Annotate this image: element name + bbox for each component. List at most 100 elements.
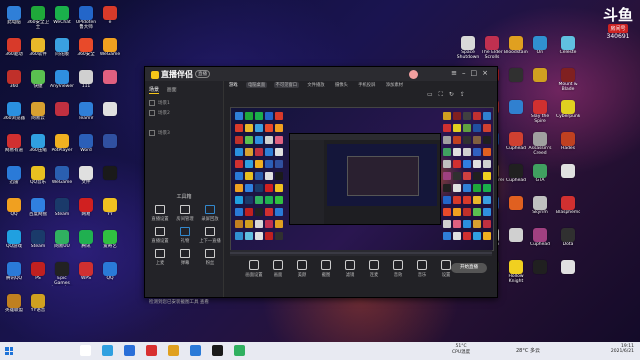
desktop-icon[interactable]: 英雄联盟 (2, 294, 26, 318)
desktop-icon[interactable] (504, 68, 528, 92)
taskbar-app-icon[interactable] (124, 345, 135, 356)
source-phone-button[interactable]: 手机投屏 (356, 82, 377, 88)
desktop-icon[interactable] (556, 260, 580, 284)
taskbar-app-icon[interactable] (168, 345, 179, 356)
desktop-icon[interactable] (556, 164, 580, 188)
source-camera-button[interactable]: 摄像头 (333, 82, 350, 88)
desktop-icon[interactable]: QQ (2, 198, 26, 222)
desktop-icon[interactable]: UPIdoten 鲁大师 (74, 6, 98, 30)
desktop-icon[interactable]: QQ游戏 (2, 230, 26, 254)
tool-settings[interactable]: 直播设置 (148, 227, 172, 244)
taskbar-app-icon[interactable] (102, 345, 113, 356)
bottom-tool-button[interactable]: 连麦 (362, 260, 386, 278)
desktop-icon[interactable]: WeGame (98, 38, 122, 62)
bottom-tool-button[interactable]: 美颜 (290, 260, 314, 278)
taskbar-app-icon[interactable] (146, 345, 157, 356)
taskbar-app-icon[interactable] (212, 345, 223, 356)
share-icon[interactable]: ⇪ (460, 91, 471, 98)
bottom-tool-button[interactable]: 画面设置 (242, 260, 266, 278)
fullscreen-icon[interactable]: ⛶ (439, 91, 449, 98)
maximize-icon[interactable]: □ (471, 69, 483, 77)
tool-fan[interactable]: 粉丝 (198, 249, 222, 266)
desktop-icon[interactable]: PotPlayer (50, 134, 74, 158)
desktop-icon[interactable]: e (98, 6, 122, 30)
desktop-icon[interactable]: 快捷 (26, 70, 50, 94)
desktop-icon[interactable]: 腾讯QQ (2, 262, 26, 286)
install-notice[interactable]: 检测到您已安装截图工具 查看 (149, 299, 389, 305)
desktop-icon[interactable]: Ori (528, 36, 552, 60)
desktop-icon[interactable]: The Elder Scrolls (480, 36, 504, 60)
desktop-icon[interactable]: WeGame (50, 166, 74, 190)
desktop-icon[interactable]: Hades (556, 132, 580, 156)
weather-widget[interactable]: 28°C 多云 (516, 347, 540, 354)
desktop-icon[interactable]: 迅雷 (2, 166, 26, 190)
desktop-icon[interactable]: WPS (74, 262, 98, 286)
source-window-button[interactable]: 不可见窗口 (273, 82, 300, 88)
tool-switch[interactable]: 上下一直播 (198, 227, 222, 244)
desktop-icon[interactable]: Steam (50, 198, 74, 222)
desktop-icon[interactable] (504, 100, 528, 124)
desktop-icon[interactable]: 360安全 (74, 38, 98, 62)
source-game-button[interactable]: 游戏 (227, 82, 240, 88)
scene-item[interactable]: 场景1 (149, 99, 219, 109)
desktop-icon[interactable]: 此电脑 (2, 6, 26, 30)
desktop-icon[interactable]: 360软件 (26, 38, 50, 62)
desktop-icon[interactable]: AnyViewer (50, 70, 74, 94)
desktop-icon[interactable]: 360压缩 (26, 134, 50, 158)
desktop-icon[interactable]: 网易云 (26, 102, 50, 126)
refresh-icon[interactable]: ↻ (449, 91, 460, 98)
desktop-icon[interactable]: 网易有道 (2, 134, 26, 158)
desktop-icon[interactable] (528, 68, 552, 92)
desktop-icon[interactable] (98, 134, 122, 158)
avatar[interactable] (409, 70, 418, 79)
desktop-icon[interactable]: 111 (74, 70, 98, 94)
desktop-icon[interactable] (504, 228, 528, 252)
source-desktop-button[interactable]: 电脑桌面 (245, 82, 268, 88)
desktop-icon[interactable]: Cyberpunk (556, 100, 580, 124)
desktop-icon[interactable]: PS (26, 262, 50, 286)
taskbar-app-icon[interactable] (234, 345, 245, 356)
windows-start-icon[interactable] (5, 347, 13, 355)
desktop-icon[interactable]: Cuphead (504, 164, 528, 188)
desktop-icon[interactable]: Blasphemous (556, 196, 580, 220)
bottom-tool-button[interactable]: 截图 (314, 260, 338, 278)
close-icon[interactable]: × (482, 69, 493, 77)
menu-icon[interactable]: ≡ (451, 69, 462, 77)
desktop-icon[interactable] (98, 70, 122, 94)
desktop-icon[interactable]: Skyrim (528, 196, 552, 220)
desktop-icon[interactable] (98, 102, 122, 126)
desktop-icon[interactable]: YY (98, 198, 122, 222)
desktop-icon[interactable]: Mount & Blade (556, 68, 580, 92)
tab-view[interactable]: 画面 (167, 87, 177, 93)
minimize-icon[interactable]: – (462, 69, 471, 77)
desktop-icon[interactable]: 腾讯 (74, 230, 98, 254)
desktop-icon[interactable]: WeChat (50, 6, 74, 30)
desktop-icon[interactable]: Steam (26, 230, 50, 254)
bottom-tool-button[interactable]: 音乐 (410, 260, 434, 278)
lock-icon[interactable]: ▭ (427, 91, 439, 98)
taskbar-app-icon[interactable] (190, 345, 201, 356)
desktop-icon[interactable]: YY语音 (26, 294, 50, 318)
desktop-icon[interactable]: 360驱动 (2, 38, 26, 62)
go-live-button[interactable]: 开始直播 (451, 263, 487, 273)
desktop-icon[interactable]: 360安全卫士 (26, 6, 50, 30)
taskbar-app-icon[interactable] (80, 345, 91, 356)
desktop-icon[interactable] (504, 196, 528, 220)
desktop-icon[interactable] (50, 102, 74, 126)
desktop-icon[interactable]: Epic Games Launcher (50, 262, 74, 286)
desktop-icon[interactable]: 360 (2, 70, 26, 94)
desktop-icon[interactable]: GTA (528, 164, 552, 188)
tool-room[interactable]: 房间管理 (173, 205, 197, 222)
desktop-icon[interactable]: 360浏览器 (2, 102, 26, 126)
desktop-icon[interactable]: TeamV (74, 102, 98, 126)
desktop-icon[interactable]: 网易 (74, 198, 98, 222)
desktop-icon[interactable]: Slay the Spire (528, 100, 552, 124)
cpu-temp-widget[interactable]: 51°C CPU温度 (452, 344, 470, 355)
tab-scene[interactable]: 场景 (149, 87, 160, 94)
bottom-tool-button[interactable]: 滤镜 (338, 260, 362, 278)
source-file-button[interactable]: 文件播放 (305, 82, 326, 88)
desktop-icon[interactable]: Dota (556, 228, 580, 252)
tool-gift[interactable]: 礼物 (173, 227, 197, 244)
desktop-icon[interactable]: Word (74, 134, 98, 158)
desktop-icon[interactable]: Celeste (556, 36, 580, 60)
